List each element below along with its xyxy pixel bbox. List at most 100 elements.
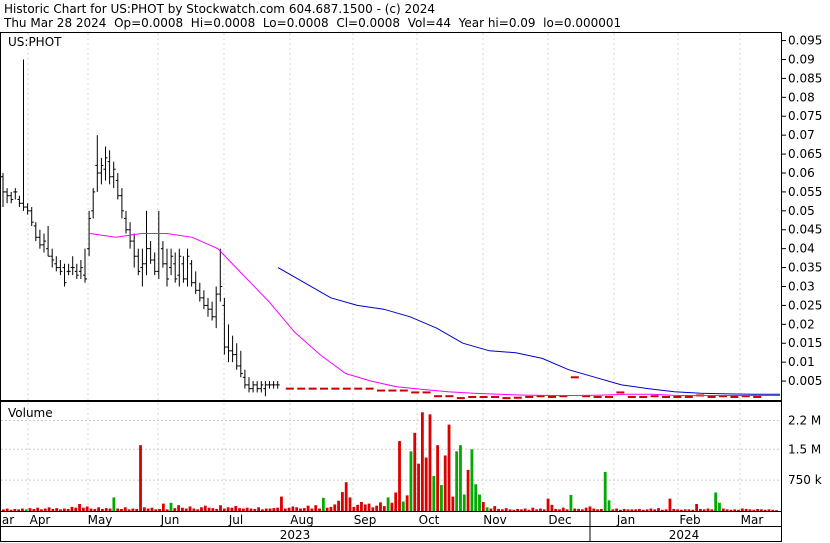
year-label: 2024 [669,528,700,542]
volume-bar [314,505,318,511]
volume-bar [626,509,630,511]
volume-bar [177,505,181,511]
volume-bar [679,509,683,511]
volume-bar [173,508,177,511]
volume-bar [131,508,135,511]
volume-gridlines [1,420,781,481]
volume-bar [573,508,577,511]
volume-bar [203,505,207,511]
volume-bar [733,509,737,511]
volume-bar [432,476,436,511]
volume-bar [272,508,276,511]
volume-bar [127,509,131,511]
volume-bar [729,509,733,511]
price-tick-label: 0.02 [788,317,815,331]
volume-bar [763,509,767,511]
volume-bar [459,445,462,511]
volume-bar [283,508,287,511]
volume-bar [192,508,196,511]
volume-bar [645,509,649,511]
price-tick-label: 0.035 [788,261,822,275]
volume-bar [630,509,634,511]
volume-bar [523,508,527,511]
volume-bar [527,509,531,511]
volume-bar [104,508,108,511]
volume-bar [169,502,173,511]
volume-bar [478,494,481,511]
volume-bar [302,508,306,511]
volume-bar [310,508,314,511]
volume-bar [767,509,771,511]
volume-bar [588,506,592,511]
volume-bar [207,507,211,511]
volume-bar [295,507,299,511]
volume-bar [344,482,348,511]
volume-bar [291,506,295,511]
volume-bar [101,508,104,511]
volume-bar [234,506,238,511]
volume-bar [740,508,744,511]
volume-bar [318,508,321,511]
volume-bar [569,494,573,511]
volume-bar [2,509,5,511]
volume-bar [497,508,500,511]
volume-bar [28,508,32,511]
volume-bar [676,509,679,511]
volume-bar [382,506,386,511]
volume-bar [695,504,699,511]
volume-bar [394,492,398,511]
month-label: Aug [290,513,313,527]
volume-bar [276,507,280,511]
volume-bar [649,508,653,511]
volume-bar [211,508,215,511]
volume-tick-label: 2.2 M [788,414,821,428]
price-tick-label: 0.015 [788,336,822,350]
price-tick-label: 0.05 [788,204,815,218]
volume-bar [542,509,546,511]
price-tick-label: 0.065 [788,147,822,161]
volume-tick-labels: 2.2 M 1.5 M 750 k [788,414,822,488]
volume-bar [683,509,687,511]
volume-bar [500,509,504,511]
price-panel-frame [0,32,782,401]
volume-bar [89,508,93,511]
volume-bar [577,508,580,511]
symbol-label: US:PHOT [8,35,62,49]
volume-bar [158,508,161,511]
volume-bar [420,412,424,511]
price-tick-labels: 0.095 0.09 0.085 0.08 0.075 0.07 0.065 0.06 0.05… [788,34,822,389]
volume-bar [710,509,714,511]
volume-bar [329,506,333,511]
volume-bar [219,505,222,511]
volume-bar [428,414,432,511]
volume-bar [188,506,192,511]
volume-bar [405,495,409,511]
volume-bar [599,508,603,511]
volume-bar [718,502,721,511]
month-label: Feb [679,513,700,527]
volume-bar [699,508,702,511]
volume-bar [161,503,165,511]
volume-bar [737,509,740,511]
price-tick-label: 0.08 [788,90,815,104]
volume-bar [603,471,607,511]
price-tick-label: 0.055 [788,185,822,199]
volume-bar [43,508,47,511]
volume-bar [268,508,272,511]
volume-bar [55,508,59,511]
volume-bar [580,509,584,511]
volume-bar [249,508,253,511]
volume-bar [62,508,66,511]
volume-tick-label: 1.5 M [788,442,821,456]
price-bars [1,59,280,397]
price-tick-label: 0.095 [788,34,822,48]
volume-bar [481,501,485,511]
volume-bar [32,508,36,511]
volume-bar [222,508,226,511]
volume-bar [714,492,718,511]
volume-bar [398,441,401,511]
volume-bar [592,508,596,511]
volume-bar [36,507,40,511]
volume-bar [363,504,367,511]
volume-bar [443,455,447,511]
